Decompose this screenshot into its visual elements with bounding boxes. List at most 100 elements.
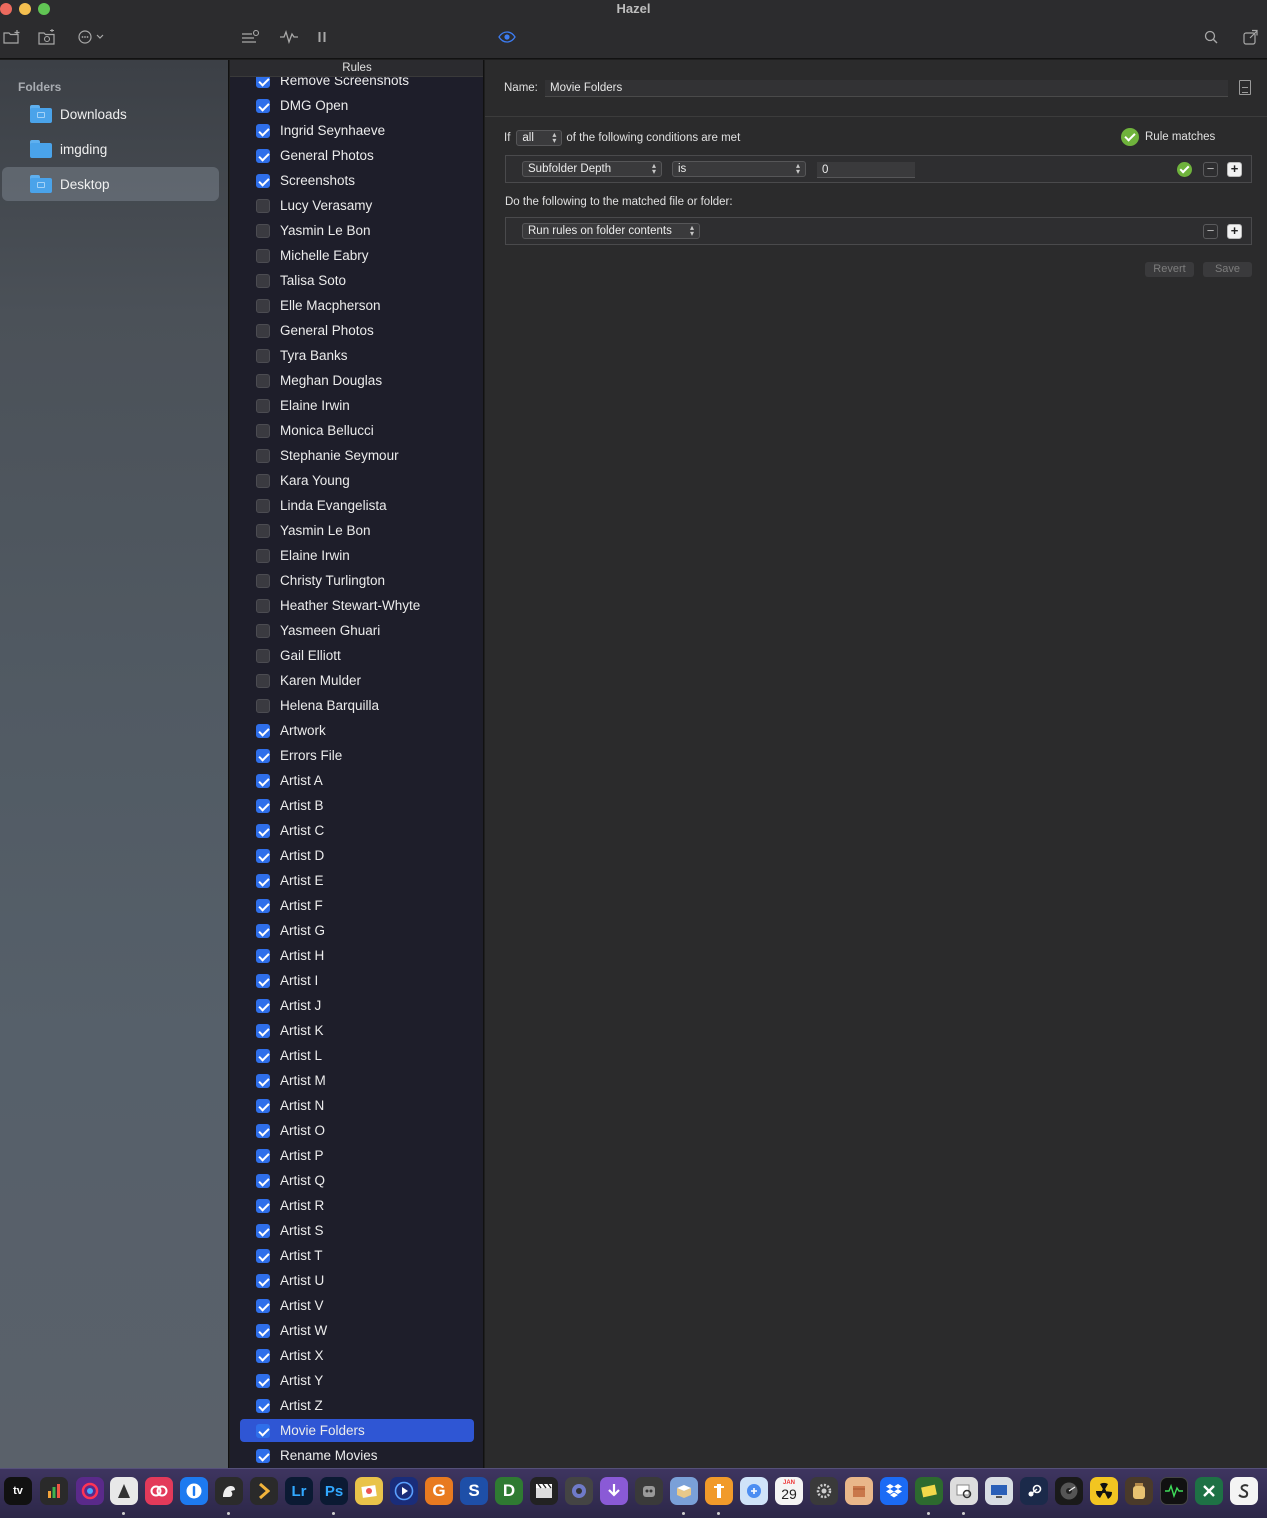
preview-eye-icon[interactable] [497, 26, 517, 48]
excel-dock-icon[interactable] [1195, 1477, 1223, 1505]
photoshop-dock-icon[interactable]: Ps [320, 1477, 348, 1505]
rule-enabled-checkbox[interactable] [256, 1173, 270, 1188]
rule-enabled-checkbox[interactable] [256, 948, 270, 963]
rule-row[interactable]: Heather Stewart-Whyte [230, 593, 483, 618]
rule-enabled-checkbox[interactable] [256, 973, 270, 988]
rule-row[interactable]: Monica Bellucci [230, 418, 483, 443]
action-type-select[interactable]: Run rules on folder contents ▴ ▾ [522, 223, 700, 239]
final-cut-dock-icon[interactable] [530, 1477, 558, 1505]
rule-row[interactable]: Artist T [230, 1243, 483, 1268]
more-icon[interactable] [76, 26, 108, 48]
rule-enabled-checkbox[interactable] [256, 1248, 270, 1263]
condition-value-field[interactable]: 0 [817, 162, 915, 178]
rule-enabled-checkbox[interactable] [256, 1298, 270, 1313]
rule-enabled-checkbox[interactable] [256, 823, 270, 838]
rule-row[interactable]: Ingrid Seynhaeve [230, 118, 483, 143]
rule-enabled-checkbox[interactable] [256, 1448, 270, 1463]
rule-row[interactable]: Screenshots [230, 168, 483, 193]
g-app-dock-icon[interactable]: G [425, 1477, 453, 1505]
rule-row[interactable]: Errors File [230, 743, 483, 768]
rule-row[interactable]: Artist I [230, 968, 483, 993]
rule-enabled-checkbox[interactable] [256, 1023, 270, 1038]
rule-enabled-checkbox[interactable] [256, 798, 270, 813]
rule-row[interactable]: Artist B [230, 793, 483, 818]
rule-row[interactable]: Talisa Soto [230, 268, 483, 293]
rule-enabled-checkbox[interactable] [256, 1398, 270, 1413]
s-app-dock-icon[interactable]: S [460, 1477, 488, 1505]
rule-enabled-checkbox[interactable] [256, 873, 270, 888]
rule-row[interactable]: Artwork [230, 718, 483, 743]
rule-row[interactable]: Meghan Douglas [230, 368, 483, 393]
condition-operator-select[interactable]: is ▴ ▾ [672, 161, 806, 177]
rule-row[interactable]: Elle Macpherson [230, 293, 483, 318]
rule-row[interactable]: Artist Q [230, 1168, 483, 1193]
rule-row[interactable]: Artist D [230, 843, 483, 868]
rule-row[interactable]: Artist P [230, 1143, 483, 1168]
folder-options-icon[interactable] [37, 26, 57, 48]
rule-row[interactable]: Artist E [230, 868, 483, 893]
rule-enabled-checkbox[interactable] [256, 598, 270, 613]
package-dock-icon[interactable] [845, 1477, 873, 1505]
rule-row[interactable]: Artist Y [230, 1368, 483, 1393]
rule-row[interactable]: Helena Barquilla [230, 693, 483, 718]
rule-enabled-checkbox[interactable] [256, 698, 270, 713]
rule-enabled-checkbox[interactable] [256, 98, 270, 113]
rule-row[interactable]: Tyra Banks [230, 343, 483, 368]
rule-enabled-checkbox[interactable] [256, 1223, 270, 1238]
rule-enabled-checkbox[interactable] [256, 1123, 270, 1138]
radiation-dock-icon[interactable] [1090, 1477, 1118, 1505]
revert-button[interactable]: Revert [1145, 262, 1194, 277]
rule-row[interactable]: Artist V [230, 1293, 483, 1318]
scrivener-dock-icon[interactable] [1230, 1477, 1258, 1505]
compressor-dock-icon[interactable] [565, 1477, 593, 1505]
preview-dock-icon[interactable] [950, 1477, 978, 1505]
detach-icon[interactable] [1242, 26, 1260, 48]
rule-row[interactable]: Yasmin Le Bon [230, 218, 483, 243]
rule-row[interactable]: Yasmin Le Bon [230, 518, 483, 543]
rule-row[interactable]: Artist H [230, 943, 483, 968]
1password-dock-icon[interactable] [180, 1477, 208, 1505]
rule-enabled-checkbox[interactable] [256, 1373, 270, 1388]
rule-enabled-checkbox[interactable] [256, 898, 270, 913]
rule-row[interactable]: Artist F [230, 893, 483, 918]
ai-assistant-dock-icon[interactable] [740, 1477, 768, 1505]
tower-dock-icon[interactable] [110, 1477, 138, 1505]
match-mode-select[interactable]: all ▴ ▾ [516, 130, 563, 146]
rule-enabled-checkbox[interactable] [256, 398, 270, 413]
rule-enabled-checkbox[interactable] [256, 923, 270, 938]
rule-row[interactable]: Stephanie Seymour [230, 443, 483, 468]
sidebar-item-desktop[interactable]: Desktop [2, 167, 219, 201]
rule-enabled-checkbox[interactable] [256, 1273, 270, 1288]
rule-enabled-checkbox[interactable] [256, 1423, 270, 1438]
sidebar-item-downloads[interactable]: Downloads [2, 97, 219, 131]
rule-row[interactable]: Artist J [230, 993, 483, 1018]
rule-row[interactable]: Artist S [230, 1218, 483, 1243]
rule-row[interactable]: Karen Mulder [230, 668, 483, 693]
rule-row[interactable]: Artist L [230, 1043, 483, 1068]
rule-row[interactable]: Artist U [230, 1268, 483, 1293]
rule-row[interactable]: Michelle Eabry [230, 243, 483, 268]
rule-enabled-checkbox[interactable] [256, 198, 270, 213]
remove-action-button[interactable]: − [1203, 224, 1218, 239]
rule-enabled-checkbox[interactable] [256, 723, 270, 738]
rule-enabled-checkbox[interactable] [256, 123, 270, 138]
search-icon[interactable] [1202, 26, 1220, 48]
rule-enabled-checkbox[interactable] [256, 498, 270, 513]
game-controller-dock-icon[interactable] [635, 1477, 663, 1505]
activity-icon[interactable] [279, 26, 299, 48]
rule-enabled-checkbox[interactable] [256, 273, 270, 288]
rule-enabled-checkbox[interactable] [256, 1348, 270, 1363]
calendar-dock-icon[interactable]: JAN 29 [775, 1477, 803, 1505]
rule-enabled-checkbox[interactable] [256, 623, 270, 638]
d-app-dock-icon[interactable]: D [495, 1477, 523, 1505]
rule-row[interactable]: Yasmeen Ghuari [230, 618, 483, 643]
rule-enabled-checkbox[interactable] [256, 848, 270, 863]
lightroom-dock-icon[interactable]: Lr [285, 1477, 313, 1505]
rule-row[interactable]: Rename Movies [230, 1443, 483, 1468]
creative-cloud-dock-icon[interactable] [145, 1477, 173, 1505]
rule-row[interactable]: Artist A [230, 768, 483, 793]
rule-enabled-checkbox[interactable] [256, 423, 270, 438]
rule-enabled-checkbox[interactable] [256, 298, 270, 313]
rules-list-icon[interactable] [241, 26, 261, 48]
rule-row[interactable]: Elaine Irwin [230, 543, 483, 568]
